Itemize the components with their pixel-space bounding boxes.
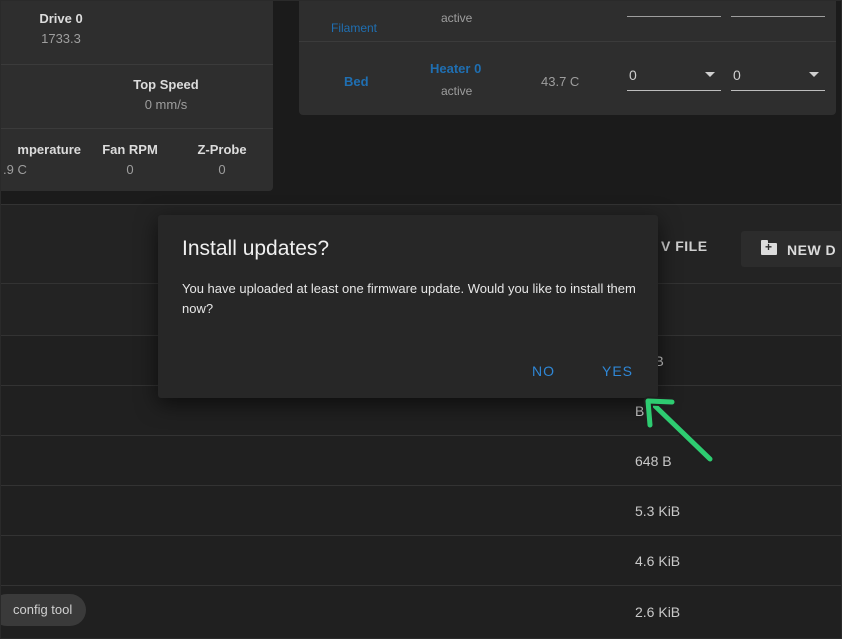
filament-active-field[interactable]: [627, 16, 721, 17]
divider: [299, 41, 836, 42]
dialog-title: Install updates?: [182, 237, 330, 260]
top-speed-stat: Top Speed 0 mm/s: [121, 77, 211, 112]
install-updates-dialog: Install updates? You have uploaded at le…: [158, 215, 658, 398]
folder-plus-icon: [761, 240, 777, 255]
machine-status-card: Drive 0 1733.3 Top Speed 0 mm/s mperatur…: [1, 1, 273, 191]
top-speed-label: Top Speed: [133, 77, 199, 92]
filament-label: Filament: [331, 21, 378, 35]
bed-label[interactable]: Bed: [344, 74, 369, 89]
new-file-button[interactable]: V FILE: [661, 238, 708, 254]
new-directory-label: NEW D: [787, 242, 837, 258]
bed-heater-state: active: [441, 84, 473, 98]
fan-rpm-value: 0: [126, 162, 134, 177]
heaters-card: Filament active Bed Heater 0 active 43.7…: [299, 1, 836, 115]
drive-label: Drive 0: [39, 11, 83, 26]
annotation-arrow-icon: [643, 396, 715, 464]
z-probe-value: 0: [218, 162, 226, 177]
filament-state: active: [441, 11, 473, 25]
bed-standby-select[interactable]: 0: [731, 64, 825, 91]
file-size: 2.6 KiB: [635, 604, 681, 620]
top-speed-value: 0 mm/s: [144, 97, 188, 112]
bed-standby-value: 0: [733, 67, 741, 83]
chevron-down-icon: [809, 72, 819, 77]
dialog-body: You have uploaded at least one firmware …: [182, 281, 636, 316]
table-row[interactable]: 5.3 KiB: [1, 485, 841, 536]
drive-stat: Drive 0 1733.3: [31, 11, 91, 46]
temperature-value: .9 C: [3, 162, 27, 177]
no-button[interactable]: NO: [532, 363, 555, 379]
bed-active-select[interactable]: 0: [627, 64, 721, 91]
fan-rpm-label: Fan RPM: [102, 142, 158, 157]
filament-standby-field[interactable]: [731, 16, 825, 17]
temperature-stat: mperature .9 C: [1, 142, 81, 177]
app-frame: Drive 0 1733.3 Top Speed 0 mm/s mperatur…: [0, 0, 842, 639]
file-size: 4.6 KiB: [635, 553, 681, 569]
z-probe-label: Z-Probe: [197, 142, 247, 157]
fan-rpm-stat: Fan RPM 0: [85, 142, 175, 177]
bed-current-temp: 43.7 C: [541, 74, 580, 89]
config-tool-chip[interactable]: config tool: [1, 594, 87, 626]
hidden-stat: [1, 79, 11, 94]
temperature-label: mperature: [17, 142, 81, 157]
yes-button[interactable]: YES: [602, 363, 633, 379]
drive-value: 1733.3: [41, 31, 81, 46]
z-probe-stat: Z-Probe 0: [179, 142, 265, 177]
bed-heater-label[interactable]: Heater 0: [430, 61, 481, 76]
chevron-down-icon: [705, 72, 715, 77]
divider: [1, 64, 273, 65]
table-row[interactable]: 4.6 KiB: [1, 535, 841, 586]
new-directory-button[interactable]: NEW D: [741, 231, 841, 267]
bed-active-value: 0: [629, 67, 637, 83]
table-row[interactable]: 2.6 KiB: [1, 585, 841, 638]
file-size: 5.3 KiB: [635, 503, 681, 519]
divider: [1, 128, 273, 129]
